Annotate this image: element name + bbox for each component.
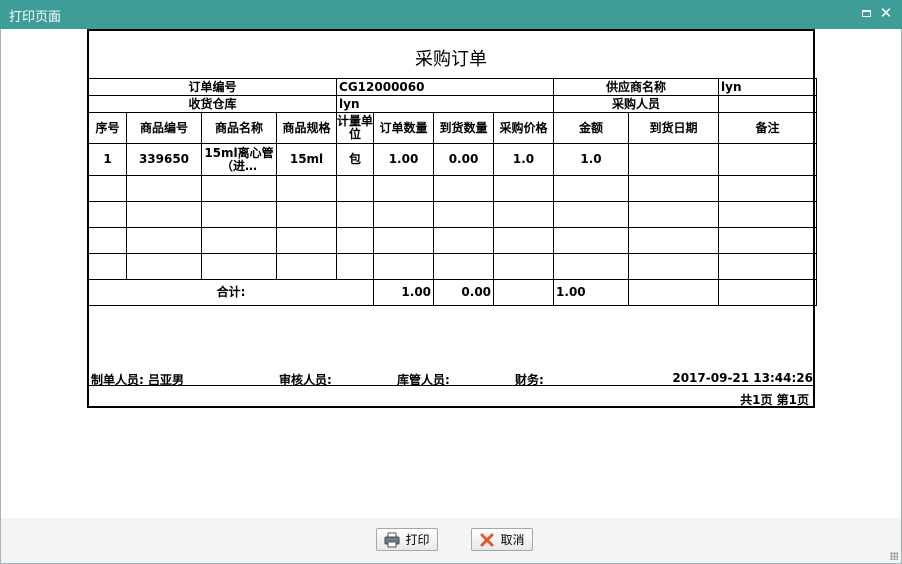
cell-no: 1 (88, 143, 127, 176)
cell-qty: 1.00 (373, 143, 435, 176)
divider (89, 385, 813, 386)
print-datetime: 2017-09-21 13:44:26 (672, 371, 813, 385)
column-header: 金额 (553, 112, 630, 144)
order-no-value: CG12000060 (336, 78, 555, 96)
page-indicator: 共1页 第1页 (740, 393, 809, 407)
totals-row: 合计: 1.00 0.00 1.00 (87, 279, 818, 306)
meta-row-order: 订单编号 CG12000060 供应商名称 lyn (87, 78, 818, 96)
column-header: 序号 (88, 112, 127, 144)
column-header: 到货日期 (628, 112, 720, 144)
totals-price (493, 279, 555, 306)
print-preview-page: 采购订单 订单编号 CG12000060 供应商名称 lyn 收货仓库 lyn … (87, 29, 818, 408)
maximize-icon (861, 9, 871, 17)
order-table: 订单编号 CG12000060 供应商名称 lyn 收货仓库 lyn 采购人员 … (87, 78, 818, 306)
cell-code: 339650 (126, 143, 202, 176)
table-row-empty (88, 175, 818, 202)
totals-label: 合计: (87, 279, 375, 306)
cell-unit: 包 (336, 143, 375, 176)
column-header: 到货数量 (433, 112, 495, 144)
cell-spec: 15ml (275, 143, 338, 176)
column-header-row: 序号 商品编号 商品名称 商品规格 计量单位 订单数量 到货数量 采购价格 金额… (88, 112, 818, 144)
supplier-value: lyn (718, 78, 818, 96)
column-header: 备注 (718, 112, 818, 144)
cancel-x-icon (479, 532, 495, 548)
warehouse-value: lyn (336, 95, 555, 113)
table-row-empty (88, 227, 818, 254)
cancel-button-label: 取消 (500, 533, 525, 547)
cell-price: 1.0 (493, 143, 555, 176)
supplier-label: 供应商名称 (553, 78, 720, 96)
cell-date (628, 143, 720, 176)
cancel-button[interactable]: 取消 (471, 528, 533, 551)
table-row-empty (88, 201, 818, 228)
print-button-label: 打印 (405, 533, 430, 547)
column-header: 计量单位 (336, 112, 375, 144)
column-header: 商品编号 (126, 112, 202, 144)
maximize-button[interactable] (859, 6, 873, 20)
column-header: 商品名称 (201, 112, 277, 144)
printer-icon (384, 532, 400, 548)
cell-name: 15ml离心管（进… (201, 143, 277, 176)
resize-grip[interactable] (890, 552, 898, 560)
button-bar (1, 518, 901, 563)
totals-date (628, 279, 720, 306)
document-title: 采购订单 (415, 49, 487, 70)
cell-amount: 1.0 (553, 143, 630, 176)
column-header: 订单数量 (373, 112, 435, 144)
buyer-label: 采购人员 (553, 95, 720, 113)
table-row: 1 339650 15ml离心管（进… 15ml 包 1.00 0.00 1.0… (88, 143, 818, 176)
meta-row-warehouse: 收货仓库 lyn 采购人员 (87, 95, 818, 113)
cell-note (718, 143, 818, 176)
totals-note (718, 279, 818, 306)
totals-amount: 1.00 (553, 279, 630, 306)
cell-arrived: 0.00 (433, 143, 495, 176)
buyer-value (718, 95, 818, 113)
column-header: 商品规格 (275, 112, 338, 144)
window-title: 打印页面 (9, 10, 62, 25)
window-titlebar: 打印页面 ✕ (0, 0, 902, 29)
close-icon: ✕ (879, 4, 893, 22)
close-button[interactable]: ✕ (879, 4, 893, 22)
column-header: 采购价格 (493, 112, 555, 144)
print-button[interactable]: 打印 (376, 528, 438, 551)
table-row-empty (88, 253, 818, 280)
totals-qty: 1.00 (373, 279, 435, 306)
totals-arrived: 0.00 (433, 279, 495, 306)
order-no-label: 订单编号 (87, 78, 338, 96)
warehouse-label: 收货仓库 (87, 95, 338, 113)
